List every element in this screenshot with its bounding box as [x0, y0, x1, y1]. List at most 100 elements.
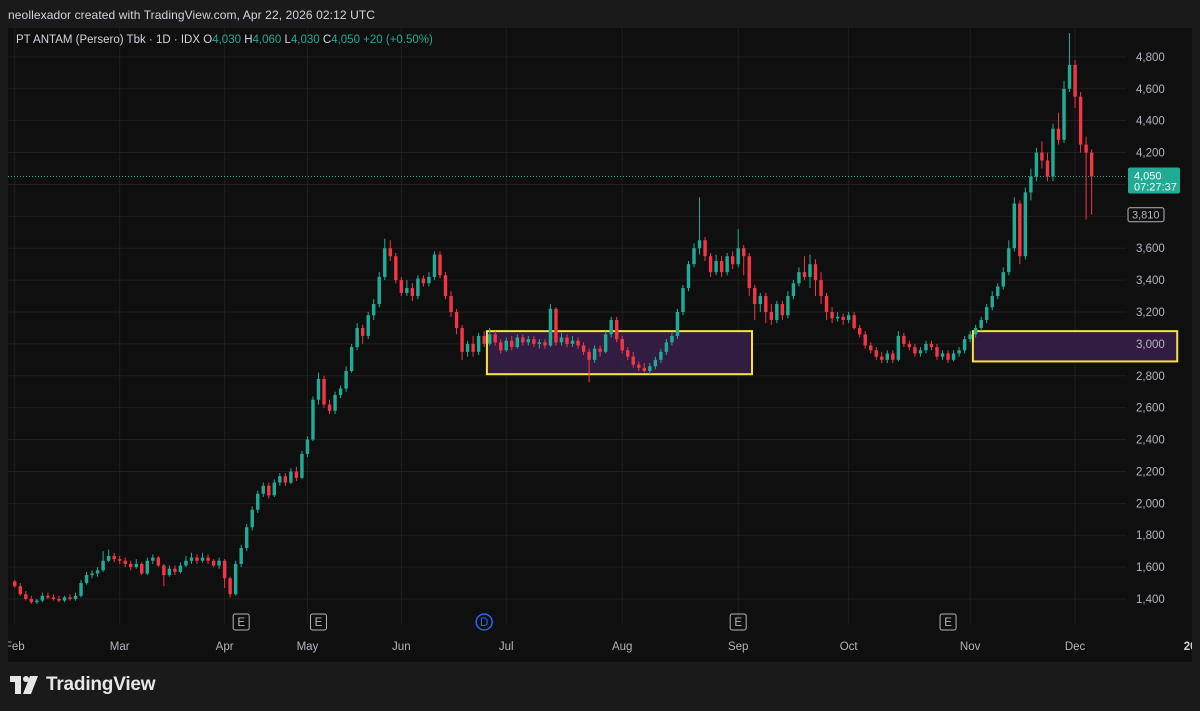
close-label: C [322, 34, 332, 46]
candle-body [626, 350, 630, 357]
x-tick-label: Apr [216, 641, 234, 653]
candle-body [896, 335, 901, 360]
y-tick-label: 2,200 [1136, 466, 1165, 478]
candle-body [283, 476, 288, 483]
candle-body [316, 378, 321, 400]
candle-body [559, 337, 564, 343]
tradingview-logo[interactable]: TradingView [10, 674, 156, 696]
y-tick-label: 3,000 [1136, 339, 1165, 351]
x-tick-label: Mar [110, 641, 130, 653]
candle-body [427, 276, 431, 284]
candle-body [327, 404, 332, 411]
candle-body [1007, 248, 1011, 273]
candle-body [957, 350, 961, 354]
earnings-marker-label: E [944, 617, 952, 629]
y-tick-label: 2,000 [1136, 498, 1165, 510]
earnings-marker-label: E [734, 617, 742, 629]
candle-body [846, 315, 851, 320]
candle-body [90, 573, 94, 576]
candle-body [46, 595, 50, 598]
candle-body [471, 343, 475, 352]
candle-body [681, 288, 685, 312]
candle-body [515, 337, 520, 348]
candle-body [1073, 64, 1077, 97]
candle-body [526, 339, 531, 343]
candle-body [394, 256, 398, 281]
candle-body [112, 555, 116, 560]
candle-body [294, 471, 299, 478]
x-tick-label: Jun [392, 641, 411, 653]
open-label: O [203, 34, 213, 46]
candle-body [742, 248, 746, 257]
candle-body [775, 304, 779, 320]
candle-body [730, 256, 735, 265]
candle-body [686, 264, 691, 289]
candle-body [322, 378, 326, 405]
consolidation-box [485, 330, 753, 376]
y-tick-label: 1,800 [1136, 530, 1165, 542]
candle-body [521, 337, 525, 343]
candle-body [95, 570, 100, 574]
x-tick-label: Jul [499, 641, 514, 653]
candle-body [510, 340, 514, 348]
low-value: 4,030 [290, 34, 320, 46]
candle-body [598, 348, 602, 352]
countdown-value: 07:27:37 [1134, 181, 1177, 193]
candle-body [338, 388, 343, 395]
candle-body [758, 296, 762, 305]
x-tick-label: Dec [1065, 641, 1086, 653]
y-tick-label: 1,400 [1136, 594, 1165, 606]
candle-body [891, 353, 895, 360]
candle-body [1018, 203, 1022, 257]
candle-body [664, 342, 669, 352]
candle-body [670, 335, 674, 343]
candle-body [482, 335, 486, 344]
y-tick-label: 1,600 [1136, 562, 1165, 574]
candle-body [167, 568, 172, 576]
candle-body [609, 319, 613, 335]
candle-body [880, 356, 884, 360]
candle-body [416, 278, 420, 297]
candle-body [548, 308, 553, 346]
candle-body [499, 342, 503, 351]
candle-body [24, 594, 28, 599]
candle-body [725, 256, 729, 273]
candle-body [968, 334, 972, 340]
candle-body [1040, 152, 1044, 161]
candle-body [692, 248, 696, 265]
candle-body [620, 339, 624, 351]
candle-body [857, 327, 862, 335]
candle-body [984, 307, 989, 320]
candle-body [195, 557, 199, 561]
candle-body [907, 343, 912, 348]
chart-panel[interactable]: 1,400 1,600 1,800 2,000 2,200 2,400 2,600 2,800… [8, 28, 1192, 662]
candle-body [902, 335, 906, 344]
candle-body [1084, 144, 1088, 153]
candle-body [1078, 96, 1083, 145]
candle-body [300, 453, 304, 478]
candle-body [184, 560, 188, 566]
candle-body [57, 599, 61, 601]
candle-body [1045, 160, 1050, 177]
candle-body [134, 563, 138, 568]
earnings-marker-label: E [315, 617, 323, 629]
candle-body [211, 560, 216, 566]
x-tick-label: Nov [960, 641, 981, 653]
y-tick-label: 4,400 [1136, 116, 1165, 128]
candle-body [162, 565, 166, 576]
y-tick-label: 4,200 [1136, 148, 1165, 160]
candle-body [68, 597, 72, 599]
candle-body [438, 254, 442, 276]
candle-body [333, 394, 337, 411]
tradingview-logo-icon [10, 676, 38, 694]
candle-body [244, 527, 249, 548]
candle-body [460, 327, 464, 352]
candle-body [869, 345, 873, 351]
candle-body [399, 280, 404, 293]
candle-body [996, 286, 1000, 297]
candle-body [1089, 152, 1094, 177]
price-chart[interactable]: 1,400 1,600 1,800 2,000 2,200 2,400 2,600 2,800… [8, 28, 1192, 662]
candle-body [637, 364, 641, 368]
earnings-marker-label: E [237, 617, 245, 629]
candle-body [797, 272, 801, 284]
